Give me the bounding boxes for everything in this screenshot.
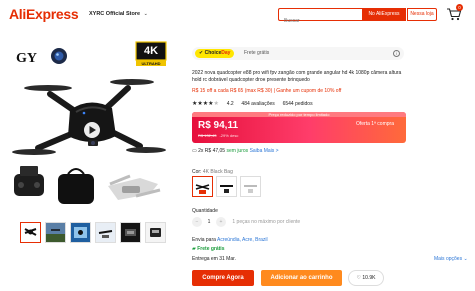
- quantity-label: Quantidade: [192, 208, 218, 214]
- more-options-link[interactable]: Mais opções ⌄: [434, 256, 468, 262]
- choice-check-icon: ✔: [199, 50, 204, 56]
- price-box: Preço reduzido por tempo limitado R$ 94,…: [192, 112, 406, 143]
- installment-amount: 2x R$ 47,05: [198, 148, 226, 154]
- half-star-icon: ★: [213, 101, 219, 107]
- accessories-image: [14, 166, 161, 204]
- promo-text[interactable]: R$ 15 off a cada R$ 65 (max R$ 30) | Gan…: [192, 88, 341, 94]
- installment-row: ▭ 2x R$ 47,05 sem juros Saiba Mais >: [192, 148, 279, 154]
- ship-to-label: Envia para: [192, 237, 216, 243]
- search-box[interactable]: [278, 8, 362, 27]
- thumbnail-row: [20, 222, 168, 244]
- aliexpress-logo[interactable]: AliExpress: [9, 6, 79, 22]
- quantity-note: 1 peças no máximo por cliente: [232, 219, 301, 225]
- learn-more-link[interactable]: Saiba Mais >: [250, 148, 279, 154]
- choice-label: Choice: [204, 50, 222, 56]
- color-option-1[interactable]: [192, 176, 213, 197]
- cart-count-badge: 0: [456, 4, 463, 11]
- search-input[interactable]: [279, 15, 362, 27]
- choice-day-tag: ✔ ChoiceDay: [195, 49, 235, 58]
- free-shipping-badge: ▰ Frete grátis: [192, 246, 224, 252]
- color-option-3[interactable]: [240, 176, 261, 197]
- color-label-text: Cor:: [192, 169, 202, 175]
- first-purchase-offer: Oferta 1ª compra: [356, 121, 394, 127]
- thumbnail-1[interactable]: [20, 222, 41, 243]
- wishlist-count: 10.9K: [362, 275, 376, 281]
- card-icon: ▭: [192, 148, 197, 154]
- svg-text:GY: GY: [16, 51, 37, 66]
- product-title: 2022 nova quadcopter e88 pro wifi fpv za…: [192, 70, 402, 83]
- info-icon[interactable]: i: [393, 50, 400, 57]
- add-to-cart-button[interactable]: Adicionar ao carrinho: [261, 270, 342, 286]
- reviews-count[interactable]: 484 avaliações: [241, 101, 274, 107]
- quantity-plus-button[interactable]: +: [216, 217, 226, 227]
- quantity-stepper[interactable]: −1 + 1 peças no máximo por cliente: [192, 217, 300, 227]
- quantity-value[interactable]: 1: [202, 217, 216, 227]
- rating-value: 4.2: [226, 101, 234, 107]
- ship-to-location[interactable]: Acreúndia, Acre, Brazil: [217, 237, 268, 243]
- quantity-minus-button[interactable]: −: [192, 217, 202, 227]
- color-option-2[interactable]: [216, 176, 237, 197]
- thumbnail-4[interactable]: [95, 222, 116, 243]
- secondary-images: [10, 160, 168, 216]
- original-price-row: R$ 132,43 -29% desc: [198, 133, 238, 138]
- star-icon: ★★★★: [192, 101, 214, 107]
- truck-icon: ▰: [192, 246, 196, 252]
- search-aliexpress-button[interactable]: No AliExpress: [362, 8, 406, 21]
- choice-day-bar[interactable]: ✔ ChoiceDay Frete grátis i: [192, 47, 404, 60]
- free-shipping-label: Frete grátis: [197, 246, 225, 252]
- brand-logo: GY: [16, 51, 37, 66]
- wishlist-button[interactable]: ♡ 10.9K: [348, 270, 384, 286]
- price-banner: Preço reduzido por tempo limitado: [192, 112, 406, 117]
- color-value: 4K Black Bag: [202, 169, 233, 175]
- choice-day-label: Day: [221, 50, 231, 56]
- badge-4k: 4K: [144, 45, 158, 57]
- thumbnail-5[interactable]: [120, 222, 141, 243]
- original-price: R$ 132,43: [198, 133, 217, 138]
- discount-label: -29% desc: [219, 133, 239, 138]
- interest-free: sem juros: [226, 148, 249, 154]
- thumbnail-6[interactable]: [145, 222, 166, 243]
- free-shipping-text: Frete grátis: [244, 50, 270, 56]
- color-label: Cor: 4K Black Bag: [192, 169, 233, 175]
- heart-icon: ♡: [356, 275, 361, 281]
- orders-count: 6544 pedidos: [282, 101, 313, 107]
- top-header: AliExpress XYRC Official Store ⌄ No AliE…: [0, 0, 475, 30]
- thumbnail-3[interactable]: [70, 222, 91, 243]
- buy-now-button[interactable]: Compre Agora: [192, 270, 254, 286]
- store-name-label[interactable]: XYRC Official Store: [89, 11, 140, 17]
- delivery-date: Entrega em 31 Mar.: [192, 256, 236, 262]
- current-price: R$ 94,11: [198, 120, 239, 131]
- search-store-button[interactable]: Nessa loja: [407, 8, 437, 21]
- chevron-down-icon: ⌄: [143, 11, 148, 17]
- ship-to-row: Envia para Acreúndia, Acre, Brazil: [192, 237, 268, 243]
- thumbnail-2[interactable]: [45, 222, 66, 243]
- store-name[interactable]: XYRC Official Store ⌄: [89, 11, 148, 17]
- rating-row[interactable]: ★★★★★ 4.2 484 avaliações 6544 pedidos: [192, 100, 313, 108]
- badge-4k-sub: ULTRAHD: [141, 61, 160, 66]
